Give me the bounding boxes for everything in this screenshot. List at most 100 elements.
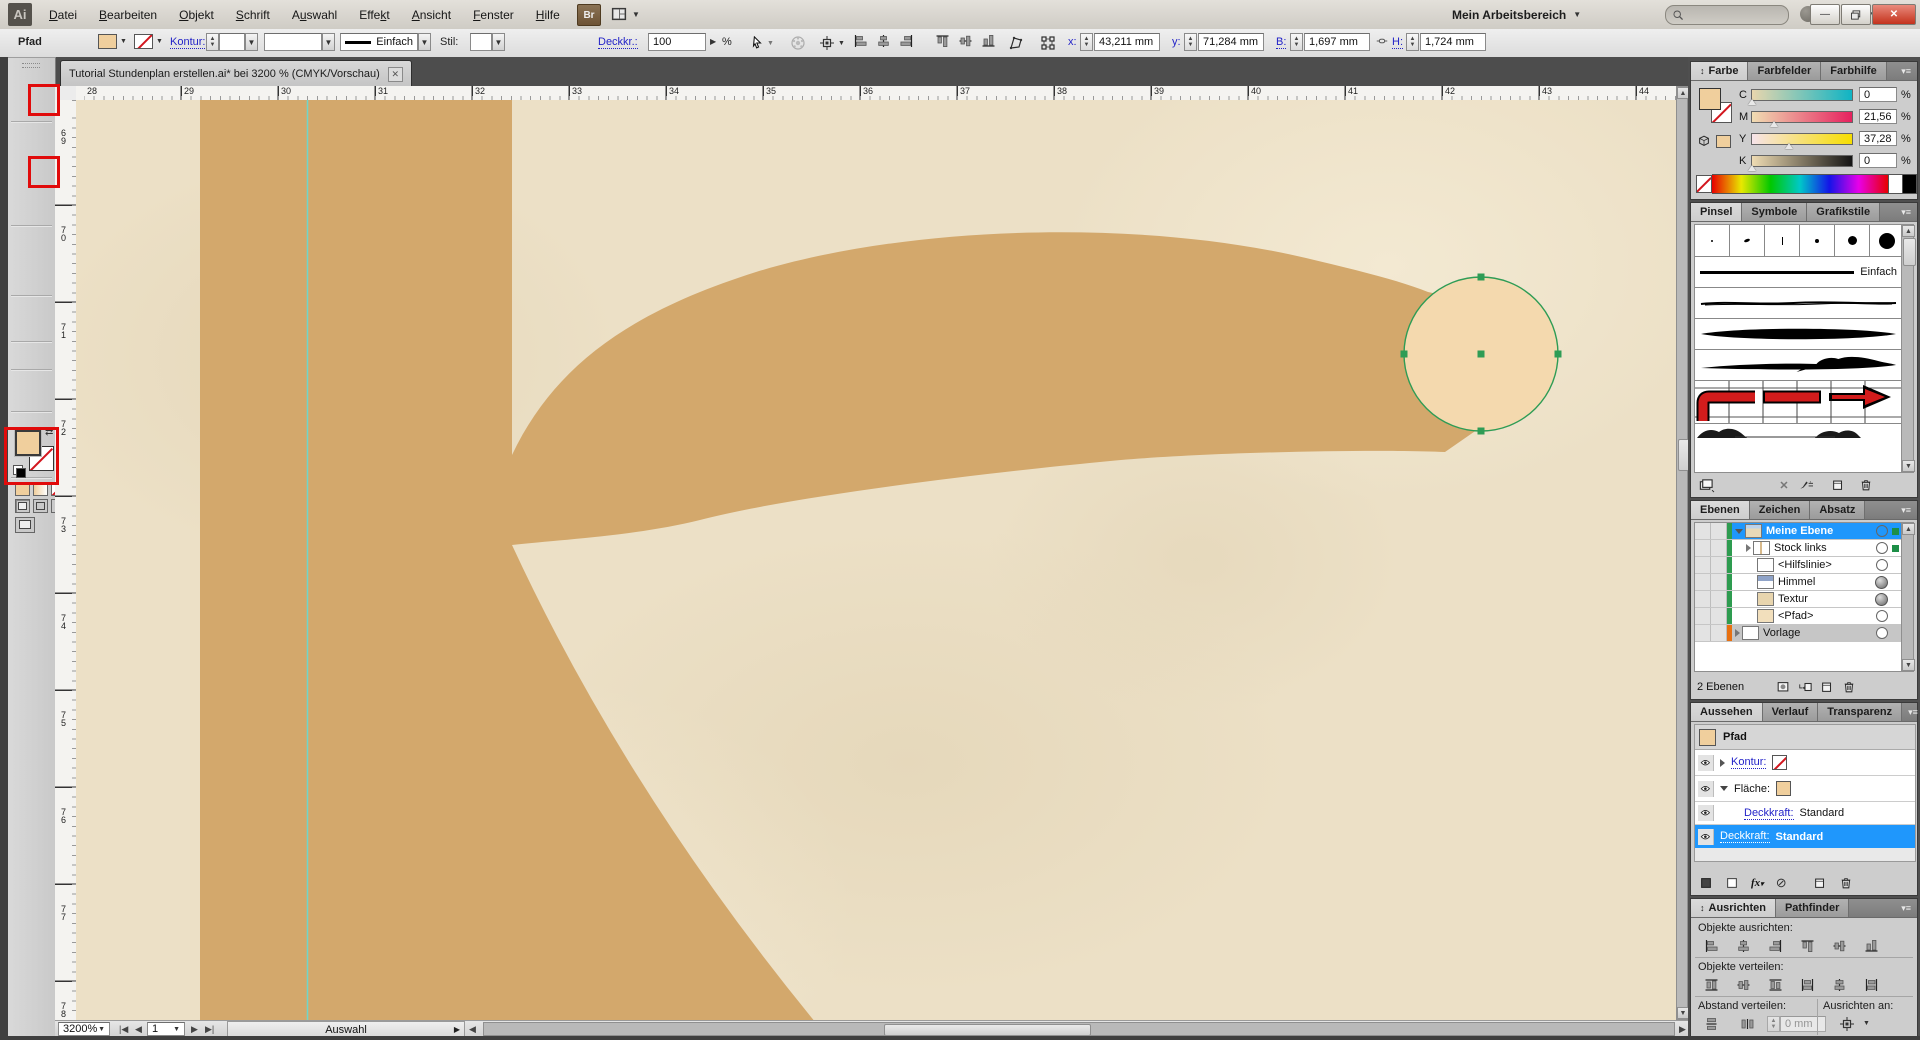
delete-item-icon[interactable] <box>1839 876 1853 890</box>
expand-triangle-icon[interactable] <box>1720 759 1725 767</box>
delete-layer-icon[interactable] <box>1838 679 1860 696</box>
brush-options-icon[interactable] <box>1795 477 1817 494</box>
last-page-button[interactable]: ▶| <box>205 1024 214 1035</box>
clear-appearance-icon[interactable]: ⊘ <box>1776 875 1787 891</box>
layer-thumbnail[interactable] <box>1753 541 1770 555</box>
stroke-weight-dropdown[interactable]: ▼ <box>219 33 258 51</box>
tab-aussehen[interactable]: Aussehen <box>1691 703 1763 721</box>
menu-schrift[interactable]: Schrift <box>225 0 281 29</box>
layer-lock-icon[interactable] <box>1711 625 1727 641</box>
x-input[interactable]: 43,211 mm <box>1094 33 1160 51</box>
layer-row[interactable]: Textur <box>1695 591 1902 608</box>
ebenen-panel-menu-icon[interactable]: ▾≡ <box>1895 501 1917 519</box>
shape-builder-tool[interactable] <box>18 265 37 282</box>
tab-zeichen[interactable]: Zeichen <box>1750 501 1811 519</box>
ruler-horizontal[interactable]: 2829303132333435363738394041424344 <box>76 86 1676 101</box>
deckkraft-link[interactable]: Deckkraft: <box>1744 807 1794 820</box>
blob-brush-tool[interactable] <box>18 205 37 222</box>
distribute-bottom-button[interactable] <box>1759 974 1791 995</box>
new-layer-icon[interactable] <box>1816 679 1838 696</box>
layer-list-scrollbar[interactable]: ▲ ▼ <box>1901 522 1914 672</box>
tools-panel-grip[interactable] <box>22 63 40 68</box>
menu-ansicht[interactable]: Ansicht <box>401 0 462 29</box>
layer-lock-icon[interactable] <box>1711 557 1727 573</box>
tab-ausrichten[interactable]: ↕Ausrichten <box>1691 899 1776 917</box>
rotate-tool[interactable] <box>18 229 37 246</box>
hscroll-left-arrow[interactable]: ◀ <box>469 1024 476 1035</box>
appearance-row-kontur[interactable]: Kontur: <box>1695 750 1915 776</box>
brush-libraries-icon[interactable] <box>1695 477 1717 494</box>
channel-slider[interactable] <box>1751 133 1853 145</box>
fill-color-dropdown[interactable]: ▼ <box>98 34 127 49</box>
artboard-tool[interactable] <box>18 373 37 390</box>
spectrum-ramp[interactable] <box>1712 174 1889 194</box>
layer-name[interactable]: <Hilfslinie> <box>1778 559 1832 571</box>
hscroll-right-arrow[interactable]: ▶ <box>1679 1024 1686 1035</box>
align-left-edges-button[interactable] <box>1695 935 1727 956</box>
zoom-level-select[interactable]: 3200%▼ <box>58 1022 110 1036</box>
canvas-vscrollbar[interactable]: ▲ ▼ <box>1676 86 1688 1020</box>
align-center-button[interactable] <box>875 33 892 49</box>
layer-lock-icon[interactable] <box>1711 591 1727 607</box>
brush-scrollbar-thumb[interactable] <box>1903 238 1916 266</box>
new-stroke-icon[interactable] <box>1699 876 1713 890</box>
brush-calligraphic-6[interactable] <box>1870 225 1903 256</box>
slider-handle[interactable] <box>1748 99 1756 105</box>
slider-handle[interactable] <box>1748 165 1756 171</box>
channel-slider[interactable] <box>1751 111 1853 123</box>
menu-hilfe[interactable]: Hilfe <box>525 0 571 29</box>
target-ring-icon[interactable] <box>1876 542 1888 554</box>
layer-visibility-icon[interactable] <box>1695 608 1711 624</box>
tab-transparenz[interactable]: Transparenz <box>1818 703 1902 721</box>
draw-normal-button[interactable] <box>15 499 30 513</box>
new-sublayer-icon[interactable] <box>1794 679 1816 696</box>
web-color-swatch[interactable] <box>1716 135 1731 148</box>
remove-brushstroke-icon[interactable]: ✕ <box>1773 477 1795 494</box>
eye-icon[interactable] <box>1698 781 1714 797</box>
channel-value-input[interactable]: 21,56 <box>1859 109 1897 124</box>
layer-thumbnail[interactable] <box>1745 524 1762 538</box>
new-fill-icon[interactable] <box>1725 876 1739 890</box>
stroke-color-dropdown[interactable]: ▼ <box>134 34 163 49</box>
eye-icon[interactable] <box>1698 829 1714 845</box>
arrange-documents-button[interactable]: ▼ <box>610 4 640 24</box>
layer-thumbnail[interactable] <box>1742 626 1759 640</box>
distribute-hcenter-button[interactable] <box>1823 974 1855 995</box>
recolor-artwork-button[interactable] <box>786 32 810 54</box>
menu-objekt[interactable]: Objekt <box>168 0 225 29</box>
x-stepper[interactable]: ▲▼ <box>1080 33 1093 51</box>
target-sphere-icon[interactable] <box>1875 593 1888 606</box>
layer-lock-empty[interactable] <box>1711 608 1727 624</box>
tab-farbe[interactable]: ↕Farbe <box>1691 62 1748 80</box>
tab-pinsel[interactable]: Pinsel <box>1691 203 1742 221</box>
canvas[interactable] <box>76 100 1676 1020</box>
ruler-vertical[interactable]: 69707172737475767778 <box>55 100 77 1020</box>
layer-visibility-icon[interactable] <box>1695 591 1711 607</box>
farbe-panel-menu-icon[interactable]: ▾≡ <box>1895 62 1917 80</box>
align-top-edges-button[interactable] <box>1791 935 1823 956</box>
workspace-switcher[interactable]: Mein Arbeitsbereich ▼ <box>1452 0 1581 29</box>
brush-feather[interactable] <box>1695 350 1902 381</box>
align-h-centers-button[interactable] <box>1727 935 1759 956</box>
h-label[interactable]: H: <box>1392 36 1403 49</box>
layer-name[interactable]: Stock links <box>1774 542 1827 554</box>
document-close-icon[interactable]: ✕ <box>388 67 403 82</box>
symbol-sprayer-tool[interactable] <box>18 345 37 362</box>
tab-farbhilfe[interactable]: Farbhilfe <box>1821 62 1886 80</box>
document-tab[interactable]: Tutorial Stundenplan erstellen.ai* bei 3… <box>60 60 412 87</box>
layer-thumbnail[interactable] <box>1757 575 1774 589</box>
brush-charcoal[interactable] <box>1695 288 1902 319</box>
layer-row[interactable]: <Pfad> <box>1695 608 1902 625</box>
target-sphere-icon[interactable] <box>1875 576 1888 589</box>
minimize-button[interactable]: — <box>1810 4 1840 25</box>
color-spectrum[interactable] <box>1696 175 1917 193</box>
brush-calligraphic-4[interactable] <box>1800 225 1835 256</box>
menu-effekt[interactable]: Effekt <box>348 0 400 29</box>
restore-button[interactable] <box>1841 4 1871 25</box>
align-right-edges-button[interactable] <box>1759 935 1791 956</box>
screen-mode-button[interactable] <box>15 517 35 533</box>
layer-name[interactable]: Textur <box>1778 593 1808 605</box>
close-button[interactable]: ✕ <box>1872 4 1916 25</box>
select-similar-button[interactable]: ▼ <box>744 32 780 54</box>
layer-name[interactable]: <Pfad> <box>1778 610 1813 622</box>
